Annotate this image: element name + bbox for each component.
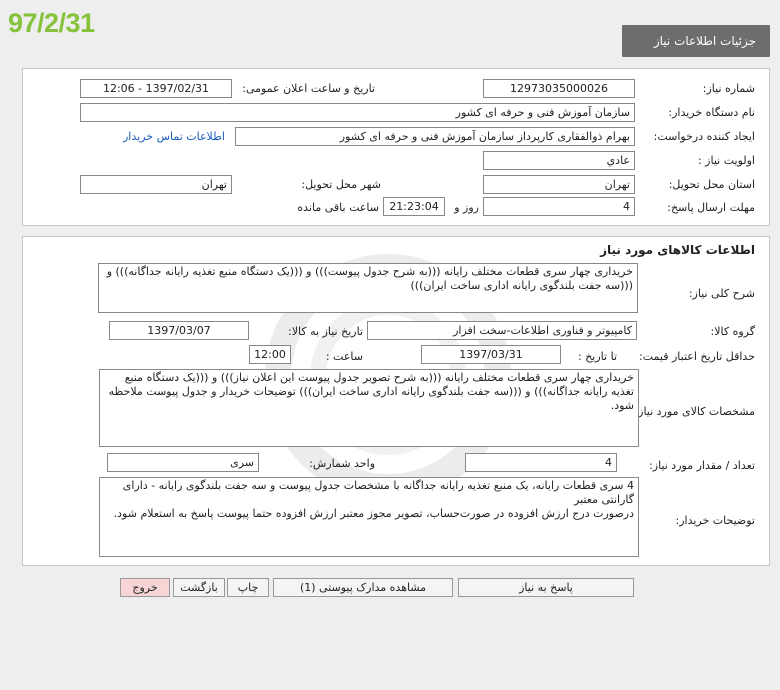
general-desc-field: خریداری چهار سری قطعات مختلف رایانه (((ب… bbox=[98, 263, 638, 313]
general-desc-label: شرح کلی نیاز: bbox=[688, 287, 755, 300]
announce-date-field: 1397/02/31 - 12:06 bbox=[80, 79, 232, 98]
need-date-field: 1397/03/07 bbox=[109, 321, 249, 340]
city-label: شهر محل تحویل: bbox=[301, 178, 381, 191]
need-date-label: تاریخ نیاز به کالا: bbox=[288, 325, 363, 338]
buyer-contact-link[interactable]: اطلاعات تماس خریدار bbox=[123, 130, 225, 143]
print-button[interactable]: چاپ bbox=[227, 578, 269, 597]
requester-field: بهرام ذوالفقاری کارپرداز سازمان آموزش فن… bbox=[235, 127, 635, 146]
goods-group-field: کامپیوتر و فناوری اطلاعات-سخت افزار bbox=[367, 321, 637, 340]
page-title: جزئیات اطلاعات نیاز bbox=[622, 25, 770, 57]
need-number-field: 12973035000026 bbox=[483, 79, 635, 98]
announce-date-label: تاریخ و ساعت اعلان عمومی: bbox=[242, 82, 375, 95]
buyer-org-field: سازمان آموزش فنی و حرفه ای کشور bbox=[80, 103, 635, 122]
goods-group-label: گروه کالا: bbox=[710, 325, 755, 338]
need-number-label: شماره نیاز: bbox=[702, 82, 755, 95]
province-label: استان محل تحویل: bbox=[668, 178, 755, 191]
priority-field: عادي bbox=[483, 151, 635, 170]
unit-field: سری bbox=[107, 453, 259, 472]
exit-button[interactable]: خروج bbox=[120, 578, 170, 597]
back-button[interactable]: بازگشت bbox=[173, 578, 225, 597]
validity-time-field: 12:00 bbox=[249, 345, 291, 364]
remaining-time-label: ساعت باقی مانده bbox=[297, 201, 379, 214]
to-date-label: تا تاریخ : bbox=[578, 350, 617, 363]
deadline-days-field: 4 bbox=[483, 197, 635, 216]
unit-label: واحد شمارش: bbox=[309, 457, 375, 470]
buyer-notes-line-2: درصورت درج ارزش افزوده در صورت‌حساب، تصو… bbox=[113, 507, 634, 520]
priority-label: اولویت نیاز : bbox=[697, 154, 755, 167]
specs-field: خریداری چهار سری قطعات مختلف رایانه (((ب… bbox=[99, 369, 639, 447]
to-date-field: 1397/03/31 bbox=[421, 345, 561, 364]
goods-info-panel: اطلاعات کالاهای مورد نیاز شرح کلی نیاز: … bbox=[22, 236, 770, 566]
validity-time-label: ساعت : bbox=[325, 350, 363, 363]
specs-label: مشخصات کالای مورد نیاز: bbox=[634, 405, 755, 418]
province-field: تهران bbox=[483, 175, 635, 194]
date-stamp: 97/2/31 bbox=[8, 8, 95, 38]
view-attachments-button[interactable]: مشاهده مدارک پیوستی (1) bbox=[273, 578, 453, 597]
need-info-panel: شماره نیاز: 12973035000026 تاریخ و ساعت … bbox=[22, 68, 770, 226]
goods-section-title: اطلاعات کالاهای مورد نیاز bbox=[600, 243, 755, 257]
requester-label: ایجاد کننده درخواست: bbox=[653, 130, 755, 143]
buyer-notes-field: 4 سری قطعات رایانه، یک منبع تغذیه رایانه… bbox=[99, 477, 639, 557]
buyer-notes-label: توضیحات خریدار: bbox=[675, 514, 756, 527]
days-label: روز و bbox=[454, 201, 479, 214]
quantity-label: تعداد / مقدار مورد نیاز: bbox=[649, 459, 755, 472]
reply-button[interactable]: پاسخ به نیاز bbox=[458, 578, 634, 597]
buyer-org-label: نام دستگاه خریدار: bbox=[668, 106, 755, 119]
deadline-label: مهلت ارسال پاسخ: bbox=[667, 201, 755, 214]
deadline-time-field: 21:23:04 bbox=[383, 197, 445, 216]
buyer-notes-line-1: 4 سری قطعات رایانه، یک منبع تغذیه رایانه… bbox=[122, 479, 634, 506]
min-validity-label: حداقل تاریخ اعتبار قیمت: bbox=[639, 350, 755, 363]
quantity-field: 4 bbox=[465, 453, 617, 472]
city-field: تهران bbox=[80, 175, 232, 194]
